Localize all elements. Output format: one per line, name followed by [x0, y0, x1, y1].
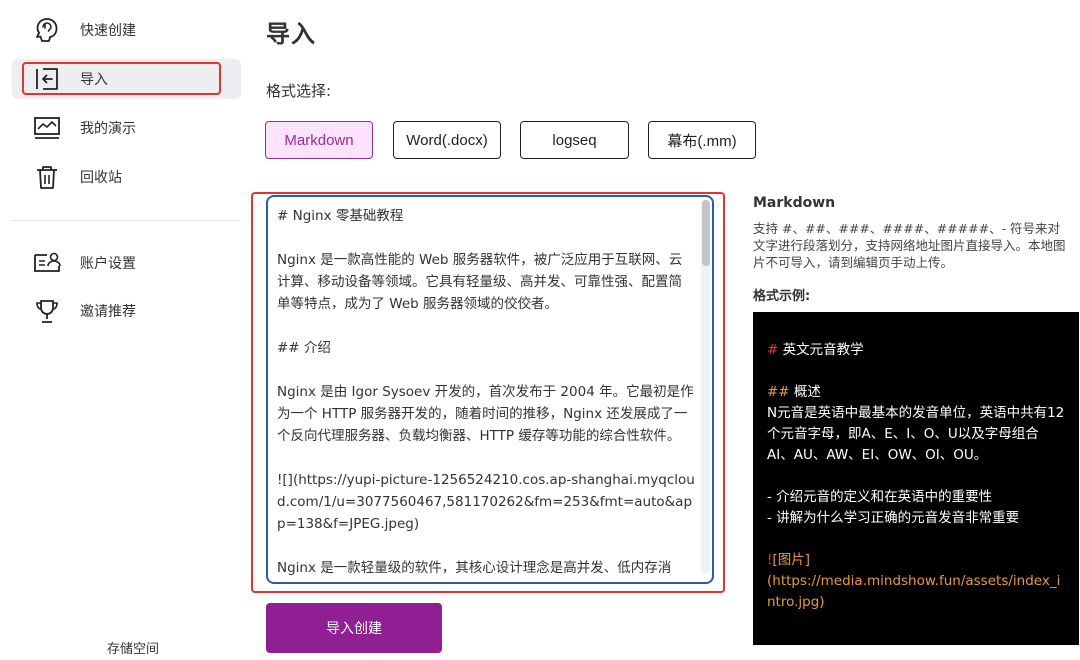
sidebar-item-account-settings[interactable]: 账户设置: [12, 243, 241, 283]
sidebar-item-label: 账户设置: [80, 256, 136, 272]
page-title: 导入: [266, 20, 316, 48]
sidebar-item-label: 我的演示: [80, 121, 136, 137]
example-paragraph: N元音是英语中最基本的发音单位，英语中共有12个元音字母，即A、E、I、O、U以…: [767, 405, 1065, 463]
storage-label: 存储空间: [107, 642, 160, 657]
presentation-icon: [34, 117, 60, 139]
format-button-word[interactable]: Word(.docx): [393, 121, 501, 159]
sidebar-item-quick-create[interactable]: 快速创建: [12, 10, 241, 50]
sidebar-item-label: 回收站: [80, 170, 122, 186]
example-bullet: - 介绍元音的定义和在英语中的重要性: [767, 489, 993, 505]
sidebar-item-my-presentations[interactable]: 我的演示: [12, 108, 241, 148]
highlight-annotation: [22, 62, 221, 95]
format-button-logseq[interactable]: logseq: [520, 121, 629, 159]
scrollbar-thumb[interactable]: [702, 200, 710, 266]
markdown-input[interactable]: # Nginx 零基础教程 Nginx 是一款高性能的 Web 服务器软件，被广…: [266, 195, 714, 584]
example-h1: # 英文元音教学: [767, 342, 864, 358]
sidebar-item-recycle-bin[interactable]: 回收站: [12, 157, 241, 197]
example-h2: ## 概述: [767, 384, 821, 400]
help-title: Markdown: [753, 195, 836, 211]
trash-icon: [37, 166, 57, 189]
example-label: 格式示例:: [753, 289, 811, 304]
format-example: # 英文元音教学 ## 概述 N元音是英语中最基本的发音单位，英语中共有12个元…: [753, 312, 1079, 645]
example-image-url: (https://media.mindshow.fun/assets/index…: [767, 573, 1061, 610]
account-icon: [34, 252, 61, 272]
sidebar: 快速创建 导入 我的演示 回收站 账户设置 邀请推荐 存储空间: [0, 0, 254, 660]
import-create-button[interactable]: 导入创建: [266, 603, 442, 653]
example-image: ![图片]: [767, 552, 810, 568]
brain-icon: [36, 18, 58, 42]
trophy-icon: [36, 300, 58, 323]
markdown-input-text[interactable]: # Nginx 零基础教程 Nginx 是一款高性能的 Web 服务器软件，被广…: [277, 205, 695, 582]
format-button-mubu[interactable]: 幕布(.mm): [648, 121, 756, 159]
sidebar-item-label: 快速创建: [80, 23, 136, 39]
format-label: 格式选择:: [266, 82, 332, 100]
sidebar-item-label: 邀请推荐: [80, 304, 136, 320]
sidebar-item-invite[interactable]: 邀请推荐: [12, 291, 241, 331]
format-button-markdown[interactable]: Markdown: [265, 121, 373, 159]
example-bullet: - 讲解为什么学习正确的元音发音非常重要: [767, 510, 1020, 526]
sidebar-divider: [12, 220, 241, 221]
help-description: 支持 #、##、###、####、#####、- 符号来对文字进行段落划分，支持…: [753, 221, 1066, 270]
